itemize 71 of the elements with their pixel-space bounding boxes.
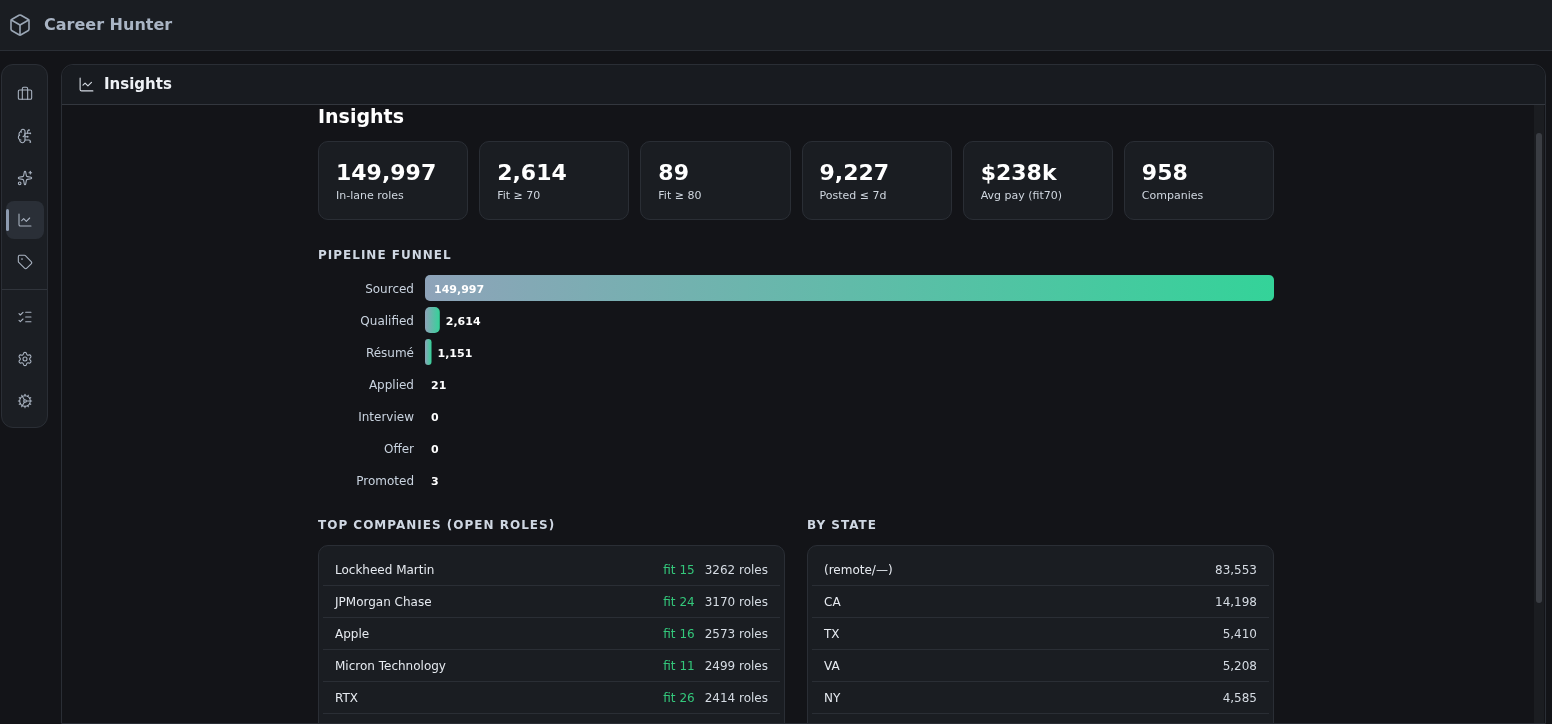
funnel-value-label: 21 (431, 378, 447, 392)
funnel-value-label: 0 (431, 410, 439, 424)
company-name: JPMorgan Chase (335, 593, 433, 611)
cube-logo-icon (8, 13, 32, 37)
stat-label: In-lane roles (336, 188, 405, 204)
stat-label: Companies (1141, 188, 1205, 204)
fit-score: fit 26 (663, 689, 695, 707)
role-count: 3170 roles (704, 593, 768, 611)
role-count: 2414 roles (704, 689, 768, 707)
funnel-bar (425, 339, 432, 365)
stat-label: Fit ≥ 70 (497, 188, 542, 204)
funnel-value-label: 2,614 (445, 314, 481, 328)
funnel-stage-label: Promoted (356, 473, 414, 488)
settings-icon (16, 393, 33, 409)
stat-value: 149,997 (336, 159, 438, 187)
role-count: 3262 roles (704, 561, 768, 579)
panel-title: Insights (104, 74, 172, 96)
fit-score: fit 16 (663, 625, 695, 643)
briefcase-icon (16, 86, 33, 102)
funnel-stage-label: Applied (368, 377, 414, 392)
stat-value: 958 (1141, 159, 1189, 187)
funnel-value-label: 0 (431, 442, 439, 456)
role-count: 2499 roles (704, 657, 768, 675)
stat-value: 89 (658, 159, 690, 187)
funnel-bar (425, 307, 440, 333)
funnel-value-label: 3 (431, 474, 439, 488)
stat-value: $238k (980, 159, 1058, 187)
state-name: NY (824, 689, 842, 707)
active-indicator (5, 209, 9, 231)
state-count: 83,553 (1215, 561, 1257, 579)
stat-value: 9,227 (819, 159, 891, 187)
role-count: 2573 roles (704, 625, 768, 643)
state-count: 5,410 (1222, 625, 1257, 643)
state-name: CA (824, 593, 842, 611)
stat-label: Avg pay (fit70) (980, 188, 1064, 204)
funnel-stage-label: Offer (383, 441, 414, 456)
page-heading: Insights (318, 105, 405, 127)
state-name: VA (824, 657, 841, 675)
stat-label: Posted ≤ 7d (819, 188, 888, 204)
company-name: RTX (335, 689, 359, 707)
fit-score: fit 15 (663, 561, 695, 579)
state-count: 14,198 (1215, 593, 1257, 611)
state-name: (remote/—) (824, 561, 894, 579)
funnel-value-label: 149,997 (434, 282, 485, 296)
funnel-value-label: 1,151 (437, 346, 473, 360)
sparkles-icon (16, 170, 33, 186)
fit-score: fit 11 (663, 657, 695, 675)
fit-score: fit 24 (663, 593, 695, 611)
funnel-stage-label: Résumé (365, 345, 414, 360)
company-name: Micron Technology (335, 657, 447, 675)
state-count: 4,585 (1222, 689, 1257, 707)
sidebar-nav-button[interactable] (5, 201, 44, 239)
brain-icon (16, 128, 33, 144)
section-heading: PIPELINE FUNNEL (318, 247, 453, 264)
checklist-icon (16, 309, 33, 325)
app-title: Career Hunter (44, 14, 173, 36)
stat-label: Fit ≥ 80 (658, 188, 703, 204)
funnel-stage-label: Interview (358, 409, 414, 424)
company-name: Lockheed Martin (335, 561, 436, 579)
line-chart-icon (78, 76, 95, 93)
state-name: TX (824, 625, 841, 643)
tag-icon (16, 254, 33, 270)
state-count: 5,208 (1222, 657, 1257, 675)
line-chart-icon (16, 212, 33, 228)
funnel-stage-label: Qualified (360, 313, 414, 328)
section-heading: BY STATE (807, 517, 878, 534)
funnel-stage-label: Sourced (365, 281, 414, 296)
stat-value: 2,614 (497, 159, 568, 187)
company-name: Apple (335, 625, 371, 643)
settings-icon (16, 351, 33, 367)
section-heading: TOP COMPANIES (OPEN ROLES) (318, 517, 557, 534)
